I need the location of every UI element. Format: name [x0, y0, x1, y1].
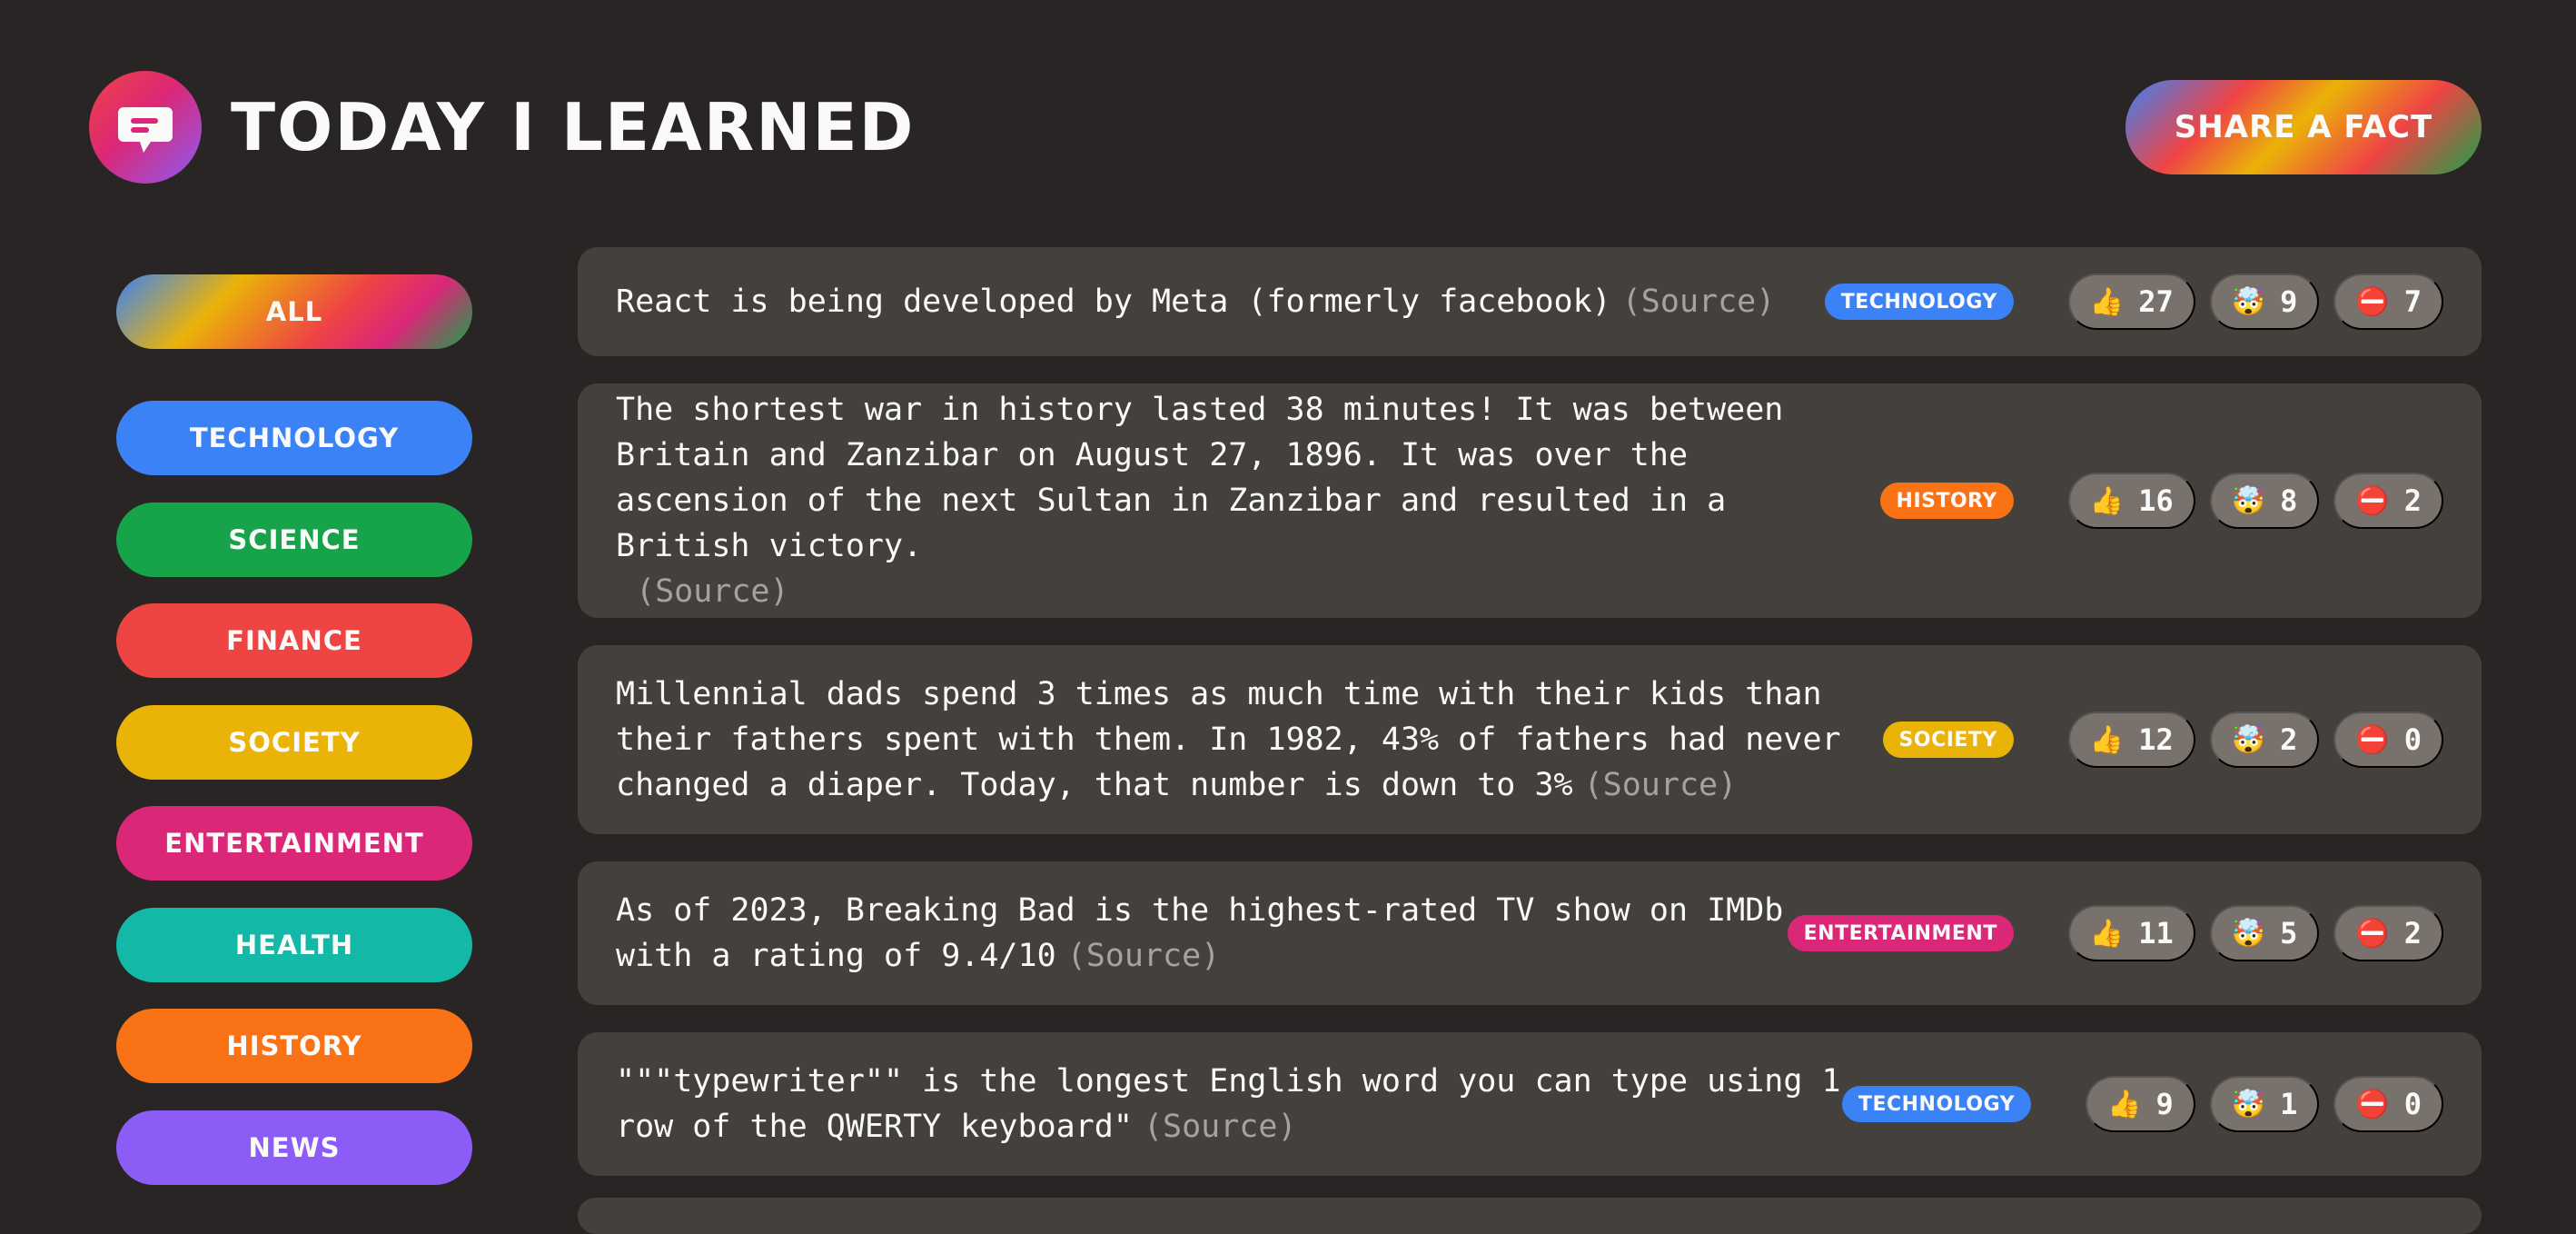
fact-text: Millennial dads spend 3 times as much ti… — [616, 672, 1860, 808]
vote-count: 2 — [2280, 722, 2298, 757]
vote-buttons: 👍 11 🤯 5 ⛔️ 2 — [2054, 905, 2443, 961]
no-entry-icon: ⛔️ — [2355, 917, 2390, 950]
source-link[interactable]: (Source) — [636, 573, 789, 610]
vote-count: 2 — [2403, 916, 2422, 950]
vote-count: 5 — [2280, 916, 2298, 950]
brand: Today I Learned — [89, 71, 915, 184]
source-link[interactable]: (Source) — [1622, 284, 1776, 320]
category-button-technology[interactable]: technology — [116, 401, 472, 475]
no-entry-icon: ⛔️ — [2355, 484, 2390, 517]
no-entry-icon: ⛔️ — [2355, 285, 2390, 318]
facts-list: React is being developed by Meta (former… — [578, 247, 2482, 1203]
vote-false-button[interactable]: ⛔️ 0 — [2333, 712, 2443, 768]
source-link[interactable]: (Source) — [1584, 767, 1738, 803]
category-button-entertainment[interactable]: entertainment — [116, 806, 472, 881]
thumbs-up-icon: 👍 — [2107, 1088, 2142, 1120]
vote-count: 0 — [2403, 722, 2422, 757]
mind-blown-icon: 🤯 — [2231, 285, 2266, 318]
app-title: Today I Learned — [231, 89, 916, 165]
vote-false-button[interactable]: ⛔️ 7 — [2333, 274, 2443, 330]
mind-blown-icon: 🤯 — [2231, 723, 2266, 756]
thumbs-up-icon: 👍 — [2089, 484, 2125, 517]
vote-mindblowing-button[interactable]: 🤯 8 — [2209, 473, 2320, 529]
source-link[interactable]: (Source) — [1144, 1109, 1297, 1145]
fact-text: """typewriter"" is the longest English w… — [616, 1059, 1842, 1149]
category-tag: technology — [1841, 1086, 2032, 1122]
vote-count: 2 — [2403, 483, 2422, 518]
vote-false-button[interactable]: ⛔️ 0 — [2333, 1076, 2443, 1132]
fact-text: The shortest war in history lasted 38 mi… — [616, 387, 1860, 614]
vote-mindblowing-button[interactable]: 🤯 9 — [2209, 274, 2320, 330]
vote-count: 1 — [2280, 1087, 2298, 1121]
no-entry-icon: ⛔️ — [2355, 723, 2390, 756]
no-entry-icon: ⛔️ — [2355, 1088, 2390, 1120]
thumbs-up-icon: 👍 — [2089, 285, 2125, 318]
vote-interesting-button[interactable]: 👍 12 — [2067, 712, 2195, 768]
category-button-health[interactable]: health — [116, 907, 472, 982]
vote-count: 11 — [2138, 916, 2174, 950]
thumbs-up-icon: 👍 — [2089, 917, 2125, 950]
fact-body: React is being developed by Meta (former… — [616, 284, 1611, 320]
vote-count: 12 — [2138, 722, 2174, 757]
fact-meta: technology 👍 27 🤯 9 ⛔️ 7 — [1824, 274, 2443, 330]
vote-buttons: 👍 12 🤯 2 ⛔️ 0 — [2054, 712, 2443, 768]
category-button-finance[interactable]: finance — [116, 603, 472, 678]
fact-card: The shortest war in history lasted 38 mi… — [578, 383, 2482, 618]
fact-meta: technology 👍 9 🤯 1 ⛔️ 0 — [1841, 1076, 2443, 1132]
share-fact-button[interactable]: Share a fact — [2125, 80, 2482, 174]
vote-count: 16 — [2138, 483, 2174, 518]
speech-bubble-icon — [89, 71, 202, 184]
category-tag: entertainment — [1787, 915, 2014, 951]
fact-card: As of 2023, Breaking Bad is the highest-… — [578, 861, 2482, 1005]
vote-buttons: 👍 27 🤯 9 ⛔️ 7 — [2054, 274, 2443, 330]
fact-meta: society 👍 12 🤯 2 ⛔️ 0 — [1882, 712, 2443, 768]
category-tag: society — [1882, 721, 2014, 758]
category-button-history[interactable]: history — [116, 1009, 472, 1083]
vote-count: 8 — [2280, 483, 2298, 518]
fact-meta: entertainment 👍 11 🤯 5 ⛔️ 2 — [1787, 905, 2443, 961]
fact-card-partial — [578, 1198, 2482, 1234]
fact-meta: history 👍 16 🤯 8 ⛔️ 2 — [1879, 473, 2443, 529]
fact-text: As of 2023, Breaking Bad is the highest-… — [616, 888, 1788, 979]
category-button-science[interactable]: science — [116, 502, 472, 577]
fact-card: Millennial dads spend 3 times as much ti… — [578, 645, 2482, 834]
vote-count: 7 — [2403, 284, 2422, 319]
vote-count: 9 — [2280, 284, 2298, 319]
vote-count: 0 — [2403, 1087, 2422, 1121]
vote-mindblowing-button[interactable]: 🤯 2 — [2209, 712, 2320, 768]
vote-false-button[interactable]: ⛔️ 2 — [2333, 473, 2443, 529]
vote-interesting-button[interactable]: 👍 9 — [2086, 1076, 2195, 1132]
category-tag: technology — [1824, 284, 2014, 320]
vote-count: 9 — [2155, 1087, 2174, 1121]
vote-interesting-button[interactable]: 👍 16 — [2067, 473, 2195, 529]
category-button-news[interactable]: news — [116, 1110, 472, 1185]
thumbs-up-icon: 👍 — [2089, 723, 2125, 756]
vote-mindblowing-button[interactable]: 🤯 5 — [2209, 905, 2320, 961]
category-tag: history — [1879, 483, 2014, 519]
mind-blown-icon: 🤯 — [2231, 484, 2266, 517]
mind-blown-icon: 🤯 — [2231, 917, 2266, 950]
vote-buttons: 👍 16 🤯 8 ⛔️ 2 — [2054, 473, 2443, 529]
vote-false-button[interactable]: ⛔️ 2 — [2333, 905, 2443, 961]
fact-card: React is being developed by Meta (former… — [578, 247, 2482, 356]
app-header: Today I Learned Share a fact — [89, 71, 2482, 184]
vote-interesting-button[interactable]: 👍 11 — [2067, 905, 2195, 961]
fact-text: React is being developed by Meta (former… — [616, 279, 1775, 324]
vote-buttons: 👍 9 🤯 1 ⛔️ 0 — [2071, 1076, 2443, 1132]
category-sidebar: All technology science finance society e… — [116, 274, 472, 1211]
vote-interesting-button[interactable]: 👍 27 — [2067, 274, 2195, 330]
category-button-all[interactable]: All — [116, 274, 472, 349]
category-button-society[interactable]: society — [116, 704, 472, 780]
fact-card: """typewriter"" is the longest English w… — [578, 1032, 2482, 1176]
fact-body: The shortest war in history lasted 38 mi… — [616, 392, 1784, 564]
source-link[interactable]: (Source) — [1067, 938, 1221, 974]
vote-count: 27 — [2138, 284, 2174, 319]
mind-blown-icon: 🤯 — [2231, 1088, 2266, 1120]
vote-mindblowing-button[interactable]: 🤯 1 — [2209, 1076, 2320, 1132]
